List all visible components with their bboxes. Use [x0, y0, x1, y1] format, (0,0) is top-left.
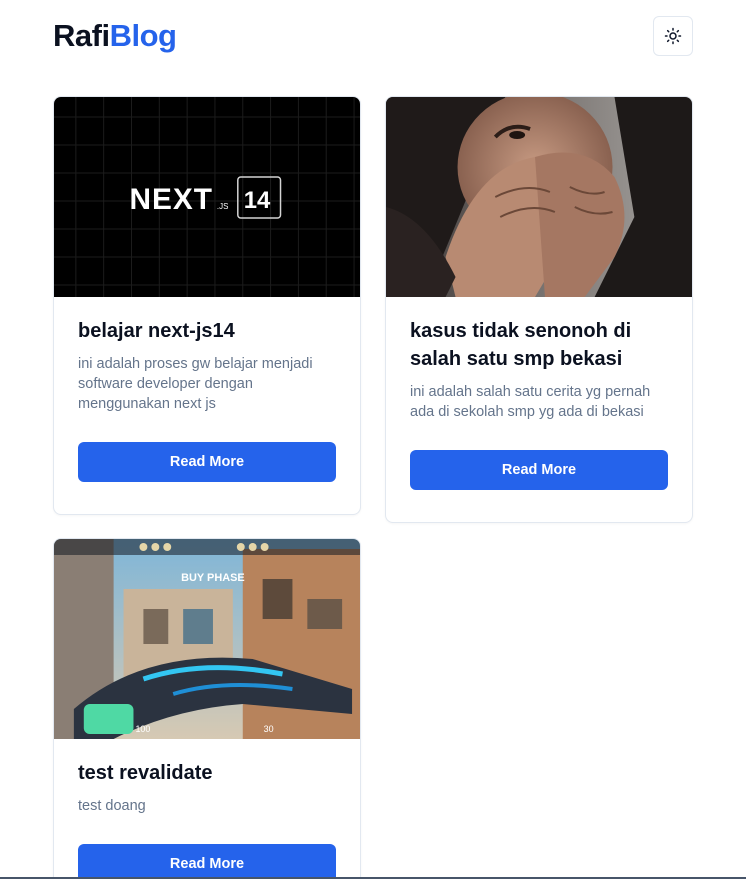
game-hud-ammo: 30 — [264, 724, 274, 734]
game-hud-banner: BUY PHASE — [181, 572, 245, 584]
post-thumbnail-game[interactable]: BUY PHASE 100 30 — [54, 539, 360, 739]
post-description: ini adalah salah satu cerita yg pernah a… — [410, 384, 651, 420]
brand-name-primary: Rafi — [53, 18, 110, 53]
nextjs-wordmark: NEXT — [130, 183, 213, 216]
post-title[interactable]: test revalidate — [78, 759, 336, 787]
post-card: BUY PHASE 100 30 test revalidate test do… — [53, 538, 361, 879]
post-card-body: test revalidate test doang Read More — [54, 739, 360, 879]
post-card: kasus tidak senonoh di salah satu smp be… — [385, 96, 693, 523]
post-card: NEXT .JS 14 belajar next-js14 ini adalah… — [53, 96, 361, 515]
post-thumbnail-nextjs[interactable]: NEXT .JS 14 — [54, 97, 360, 297]
game-hud-health: 100 — [135, 724, 150, 734]
site-header: RafiBlog — [53, 16, 693, 56]
post-description: test doang — [78, 798, 146, 814]
nextjs-version-badge: 14 — [244, 187, 271, 214]
read-more-button[interactable]: Read More — [410, 450, 668, 490]
post-thumbnail-photo[interactable] — [386, 97, 692, 297]
brand-logo[interactable]: RafiBlog — [53, 16, 177, 56]
post-card-body: kasus tidak senonoh di salah satu smp be… — [386, 297, 692, 522]
page: RafiBlog NEXT .JS 14 belajar next-js14 i… — [0, 0, 746, 879]
post-card-body: belajar next-js14 ini adalah proses gw b… — [54, 297, 360, 514]
nextjs-wordmark-suffix: .JS — [217, 202, 228, 211]
post-title[interactable]: belajar next-js14 — [78, 317, 336, 345]
theme-toggle-button[interactable] — [653, 16, 693, 56]
read-more-button[interactable]: Read More — [78, 844, 336, 879]
brand-name-accent: Blog — [109, 18, 177, 53]
post-description: ini adalah proses gw belajar menjadi sof… — [78, 356, 313, 412]
post-title[interactable]: kasus tidak senonoh di salah satu smp be… — [410, 317, 668, 373]
sun-icon — [664, 27, 682, 45]
read-more-button[interactable]: Read More — [78, 442, 336, 482]
